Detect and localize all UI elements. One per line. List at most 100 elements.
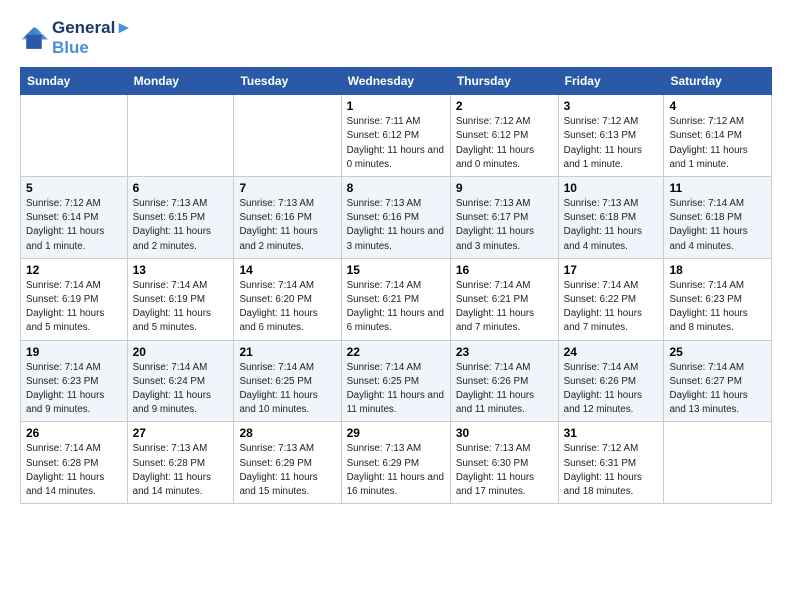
day-info: Sunrise: 7:12 AMSunset: 6:13 PMDaylight:… (564, 115, 659, 172)
day-info: Sunrise: 7:14 AMSunset: 6:27 PMDaylight:… (669, 361, 766, 418)
day-number: 21 (239, 345, 335, 359)
calendar-cell: 28 Sunrise: 7:13 AMSunset: 6:29 PMDayligh… (234, 422, 341, 504)
logo: General► Blue (20, 18, 132, 57)
day-number: 22 (347, 345, 445, 359)
day-info: Sunrise: 7:14 AMSunset: 6:23 PMDaylight:… (26, 361, 122, 418)
day-info: Sunrise: 7:14 AMSunset: 6:26 PMDaylight:… (564, 361, 659, 418)
day-number: 19 (26, 345, 122, 359)
day-number: 1 (347, 99, 445, 113)
day-info: Sunrise: 7:14 AMSunset: 6:28 PMDaylight:… (26, 442, 122, 499)
day-number: 3 (564, 99, 659, 113)
day-info: Sunrise: 7:13 AMSunset: 6:29 PMDaylight:… (239, 442, 335, 499)
day-info: Sunrise: 7:12 AMSunset: 6:14 PMDaylight:… (26, 197, 122, 254)
day-info: Sunrise: 7:14 AMSunset: 6:23 PMDaylight:… (669, 279, 766, 336)
calendar-cell: 23 Sunrise: 7:14 AMSunset: 6:26 PMDayligh… (450, 340, 558, 422)
day-info: Sunrise: 7:13 AMSunset: 6:17 PMDaylight:… (456, 197, 553, 254)
calendar-cell: 9Sunrise: 7:13 AMSunset: 6:17 PMDaylight… (450, 176, 558, 258)
day-number: 16 (456, 263, 553, 277)
day-number: 10 (564, 181, 659, 195)
weekday-header-wednesday: Wednesday (341, 68, 450, 95)
day-number: 29 (347, 426, 445, 440)
weekday-header-sunday: Sunday (21, 68, 128, 95)
day-info: Sunrise: 7:13 AMSunset: 6:18 PMDaylight:… (564, 197, 659, 254)
calendar-cell: 3 Sunrise: 7:12 AMSunset: 6:13 PMDaylight… (558, 95, 664, 177)
day-info: Sunrise: 7:14 AMSunset: 6:26 PMDaylight:… (456, 361, 553, 418)
calendar-cell (21, 95, 128, 177)
day-info: Sunrise: 7:14 AMSunset: 6:25 PMDaylight:… (239, 361, 335, 418)
calendar-cell: 31Sunrise: 7:12 AMSunset: 6:31 PMDayligh… (558, 422, 664, 504)
weekday-header-row: SundayMondayTuesdayWednesdayThursdayFrid… (21, 68, 772, 95)
day-number: 13 (133, 263, 229, 277)
calendar-cell: 26 Sunrise: 7:14 AMSunset: 6:28 PMDayligh… (21, 422, 128, 504)
day-number: 14 (239, 263, 335, 277)
day-info: Sunrise: 7:14 AMSunset: 6:25 PMDaylight:… (347, 361, 445, 418)
day-info: Sunrise: 7:14 AMSunset: 6:22 PMDaylight:… (564, 279, 659, 336)
calendar-cell: 22 Sunrise: 7:14 AMSunset: 6:25 PMDayligh… (341, 340, 450, 422)
calendar-cell: 8Sunrise: 7:13 AMSunset: 6:16 PMDaylight… (341, 176, 450, 258)
day-info: Sunrise: 7:14 AMSunset: 6:18 PMDaylight:… (669, 197, 766, 254)
week-row-4: 19 Sunrise: 7:14 AMSunset: 6:23 PMDayligh… (21, 340, 772, 422)
calendar-cell: 11Sunrise: 7:14 AMSunset: 6:18 PMDayligh… (664, 176, 772, 258)
day-info: Sunrise: 7:14 AMSunset: 6:19 PMDaylight:… (26, 279, 122, 336)
day-number: 4 (669, 99, 766, 113)
calendar-cell: 29Sunrise: 7:13 AMSunset: 6:29 PMDayligh… (341, 422, 450, 504)
day-number: 30 (456, 426, 553, 440)
calendar-cell: 24 Sunrise: 7:14 AMSunset: 6:26 PMDayligh… (558, 340, 664, 422)
day-number: 15 (347, 263, 445, 277)
weekday-header-tuesday: Tuesday (234, 68, 341, 95)
day-number: 12 (26, 263, 122, 277)
day-number: 23 (456, 345, 553, 359)
day-info: Sunrise: 7:14 AMSunset: 6:19 PMDaylight:… (133, 279, 229, 336)
day-number: 24 (564, 345, 659, 359)
day-info: Sunrise: 7:14 AMSunset: 6:21 PMDaylight:… (456, 279, 553, 336)
day-number: 25 (669, 345, 766, 359)
day-number: 17 (564, 263, 659, 277)
page: General► Blue SundayMondayTuesdayWednesd… (0, 0, 792, 522)
calendar-cell: 21 Sunrise: 7:14 AMSunset: 6:25 PMDayligh… (234, 340, 341, 422)
week-row-2: 5Sunrise: 7:12 AMSunset: 6:14 PMDaylight… (21, 176, 772, 258)
day-number: 20 (133, 345, 229, 359)
weekday-header-friday: Friday (558, 68, 664, 95)
header: General► Blue (20, 18, 772, 57)
day-number: 7 (239, 181, 335, 195)
calendar-cell: 10 Sunrise: 7:13 AMSunset: 6:18 PMDayligh… (558, 176, 664, 258)
calendar-cell: 25 Sunrise: 7:14 AMSunset: 6:27 PMDayligh… (664, 340, 772, 422)
calendar-cell: 2 Sunrise: 7:12 AMSunset: 6:12 PMDaylight… (450, 95, 558, 177)
calendar-cell: 27 Sunrise: 7:13 AMSunset: 6:28 PMDayligh… (127, 422, 234, 504)
logo-text: General► Blue (52, 18, 132, 57)
day-number: 27 (133, 426, 229, 440)
day-number: 28 (239, 426, 335, 440)
day-info: Sunrise: 7:13 AMSunset: 6:28 PMDaylight:… (133, 442, 229, 499)
day-info: Sunrise: 7:12 AMSunset: 6:14 PMDaylight:… (669, 115, 766, 172)
week-row-5: 26 Sunrise: 7:14 AMSunset: 6:28 PMDayligh… (21, 422, 772, 504)
calendar-cell: 13 Sunrise: 7:14 AMSunset: 6:19 PMDayligh… (127, 258, 234, 340)
calendar-cell: 18 Sunrise: 7:14 AMSunset: 6:23 PMDayligh… (664, 258, 772, 340)
calendar-cell: 6Sunrise: 7:13 AMSunset: 6:15 PMDaylight… (127, 176, 234, 258)
calendar-cell: 17 Sunrise: 7:14 AMSunset: 6:22 PMDayligh… (558, 258, 664, 340)
calendar-cell (127, 95, 234, 177)
calendar-cell: 12 Sunrise: 7:14 AMSunset: 6:19 PMDayligh… (21, 258, 128, 340)
day-number: 8 (347, 181, 445, 195)
day-info: Sunrise: 7:13 AMSunset: 6:16 PMDaylight:… (239, 197, 335, 254)
day-info: Sunrise: 7:13 AMSunset: 6:30 PMDaylight:… (456, 442, 553, 499)
calendar-cell: 20 Sunrise: 7:14 AMSunset: 6:24 PMDayligh… (127, 340, 234, 422)
calendar-cell: 7 Sunrise: 7:13 AMSunset: 6:16 PMDaylight… (234, 176, 341, 258)
day-info: Sunrise: 7:14 AMSunset: 6:24 PMDaylight:… (133, 361, 229, 418)
day-info: Sunrise: 7:11 AMSunset: 6:12 PMDaylight:… (347, 115, 445, 172)
day-number: 18 (669, 263, 766, 277)
logo-icon (20, 24, 48, 52)
weekday-header-saturday: Saturday (664, 68, 772, 95)
day-info: Sunrise: 7:12 AMSunset: 6:12 PMDaylight:… (456, 115, 553, 172)
calendar-cell: 30 Sunrise: 7:13 AMSunset: 6:30 PMDayligh… (450, 422, 558, 504)
calendar-cell: 4 Sunrise: 7:12 AMSunset: 6:14 PMDaylight… (664, 95, 772, 177)
calendar-cell (234, 95, 341, 177)
calendar-cell: 16 Sunrise: 7:14 AMSunset: 6:21 PMDayligh… (450, 258, 558, 340)
calendar-cell: 19 Sunrise: 7:14 AMSunset: 6:23 PMDayligh… (21, 340, 128, 422)
calendar-cell: 5Sunrise: 7:12 AMSunset: 6:14 PMDaylight… (21, 176, 128, 258)
day-info: Sunrise: 7:14 AMSunset: 6:21 PMDaylight:… (347, 279, 445, 336)
weekday-header-monday: Monday (127, 68, 234, 95)
day-number: 26 (26, 426, 122, 440)
week-row-1: 1 Sunrise: 7:11 AMSunset: 6:12 PMDaylight… (21, 95, 772, 177)
day-number: 2 (456, 99, 553, 113)
calendar-cell: 15 Sunrise: 7:14 AMSunset: 6:21 PMDayligh… (341, 258, 450, 340)
